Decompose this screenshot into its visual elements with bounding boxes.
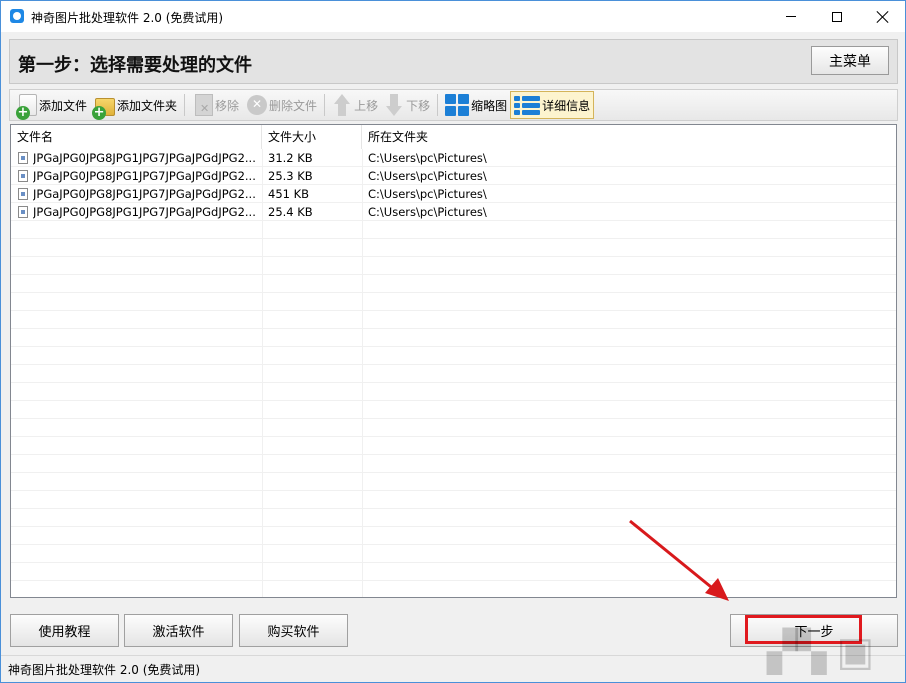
tutorial-button[interactable]: 使用教程	[10, 614, 119, 647]
status-bar-text: 神奇图片批处理软件 2.0 (免费试用)	[8, 663, 201, 677]
close-button[interactable]	[860, 1, 906, 32]
empty-row	[11, 221, 896, 239]
empty-row	[11, 527, 896, 545]
delete-file-button[interactable]: 删除文件	[242, 91, 320, 119]
empty-row	[11, 473, 896, 491]
table-row[interactable]: JPGaJPG0JPG8JPG1JPG7JPGaJPGdJPG2... 451 …	[11, 185, 896, 203]
toolbar-separator	[437, 94, 439, 116]
file-folder: C:\Users\pc\Pictures\	[368, 205, 487, 219]
file-name: JPGaJPG0JPG8JPG1JPG7JPGaJPGdJPG2...	[33, 169, 256, 183]
close-icon	[877, 11, 889, 23]
image-file-icon	[18, 206, 28, 218]
file-size: 31.2 KB	[268, 151, 313, 165]
activate-button[interactable]: 激活软件	[124, 614, 233, 647]
minimize-icon	[786, 16, 796, 17]
empty-row	[11, 257, 896, 275]
toolbar: 添加文件 添加文件夹 移除 删除文件 上移 下移 缩略图	[9, 89, 898, 121]
empty-row	[11, 419, 896, 437]
file-name: JPGaJPG0JPG8JPG1JPG7JPGaJPGdJPG2...	[33, 205, 256, 219]
add-folder-label: 添加文件夹	[117, 98, 178, 113]
empty-row	[11, 347, 896, 365]
move-down-button[interactable]: 下移	[381, 91, 433, 119]
empty-row	[11, 455, 896, 473]
window-title: 神奇图片批处理软件 2.0 (免费试用)	[31, 11, 224, 25]
maximize-icon	[832, 11, 842, 22]
thumbnail-view-button[interactable]: 缩略图	[442, 91, 510, 119]
file-size: 451 KB	[268, 187, 310, 201]
column-header-folder[interactable]: 所在文件夹	[362, 125, 896, 149]
empty-row	[11, 311, 896, 329]
title-bar: 神奇图片批处理软件 2.0 (免费试用)	[1, 1, 905, 32]
image-file-icon	[18, 170, 28, 182]
file-list[interactable]: 文件名 文件大小 所在文件夹 JPGaJPG0JPG8JPG1JPG7JPGaJ…	[10, 124, 897, 598]
move-up-button[interactable]: 上移	[329, 91, 381, 119]
add-file-button[interactable]: 添加文件	[13, 91, 90, 120]
maximize-button[interactable]	[814, 1, 860, 32]
step-header: 第一步：选择需要处理的文件 主菜单	[9, 39, 898, 84]
add-folder-button[interactable]: 添加文件夹	[90, 91, 180, 120]
table-row[interactable]: JPGaJPG0JPG8JPG1JPG7JPGaJPGdJPG2... 25.4…	[11, 203, 896, 221]
arrow-up-icon	[332, 93, 352, 117]
file-folder: C:\Users\pc\Pictures\	[368, 169, 487, 183]
empty-row	[11, 509, 896, 527]
add-file-label: 添加文件	[39, 98, 88, 113]
file-name: JPGaJPG0JPG8JPG1JPG7JPGaJPGdJPG2...	[33, 187, 256, 201]
file-name: JPGaJPG0JPG8JPG1JPG7JPGaJPGdJPG2...	[33, 151, 256, 165]
add-file-icon	[16, 94, 37, 120]
column-header-size[interactable]: 文件大小	[262, 125, 362, 149]
empty-row	[11, 581, 896, 597]
remove-button[interactable]: 移除	[189, 91, 242, 119]
list-view-icon	[514, 94, 541, 116]
empty-row	[11, 239, 896, 257]
delete-icon	[247, 95, 268, 115]
empty-row	[11, 365, 896, 383]
detail-view-button[interactable]: 详细信息	[510, 91, 595, 119]
remove-label: 移除	[215, 98, 240, 113]
table-row[interactable]: JPGaJPG0JPG8JPG1JPG7JPGaJPGdJPG2... 25.3…	[11, 167, 896, 185]
column-header-name[interactable]: 文件名	[11, 125, 262, 149]
remove-icon	[195, 94, 214, 116]
empty-row	[11, 293, 896, 311]
table-row[interactable]: JPGaJPG0JPG8JPG1JPG7JPGaJPGdJPG2... 31.2…	[11, 149, 896, 167]
image-file-icon	[18, 152, 28, 164]
delete-file-label: 删除文件	[269, 98, 318, 113]
buy-button[interactable]: 购买软件	[239, 614, 348, 647]
app-window: 神奇图片批处理软件 2.0 (免费试用) 第一步：选择需要处理的文件 主菜单 添…	[0, 0, 906, 683]
empty-row	[11, 329, 896, 347]
app-logo-icon	[10, 9, 24, 23]
main-menu-button[interactable]: 主菜单	[811, 46, 889, 75]
file-folder: C:\Users\pc\Pictures\	[368, 151, 487, 165]
empty-row	[11, 401, 896, 419]
watermark-logo: ▞▚ ▣	[767, 629, 874, 675]
file-size: 25.4 KB	[268, 205, 313, 219]
thumbnail-label: 缩略图	[471, 98, 508, 113]
empty-row	[11, 491, 896, 509]
toolbar-separator	[184, 94, 186, 116]
add-folder-icon	[92, 98, 116, 120]
minimize-button[interactable]	[768, 1, 814, 32]
empty-row	[11, 437, 896, 455]
empty-row	[11, 545, 896, 563]
move-up-label: 上移	[354, 98, 379, 113]
page-title: 第一步：选择需要处理的文件	[18, 55, 252, 76]
file-folder: C:\Users\pc\Pictures\	[368, 187, 487, 201]
file-size: 25.3 KB	[268, 169, 313, 183]
toolbar-separator	[324, 94, 326, 116]
empty-row	[11, 275, 896, 293]
empty-row	[11, 383, 896, 401]
details-label: 详细信息	[542, 98, 591, 113]
empty-row	[11, 563, 896, 581]
grid-view-icon	[445, 94, 470, 116]
arrow-down-icon	[384, 93, 404, 117]
move-down-label: 下移	[406, 98, 431, 113]
image-file-icon	[18, 188, 28, 200]
